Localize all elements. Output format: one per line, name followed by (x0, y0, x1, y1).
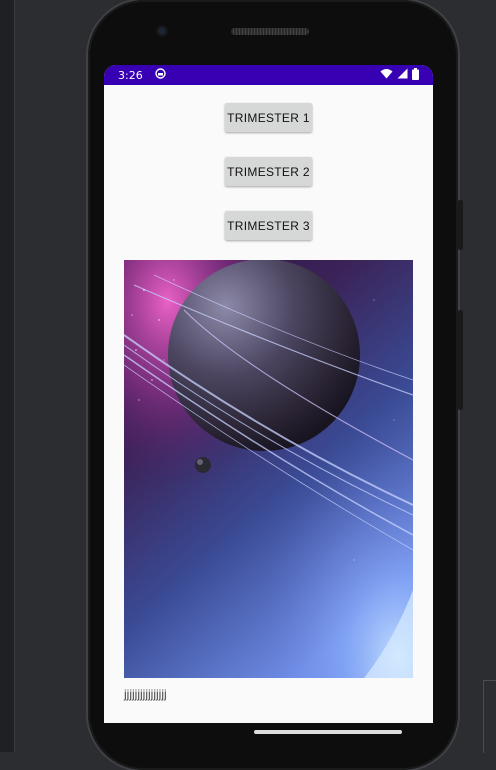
planet-space-image (124, 260, 413, 678)
app-screen: 3:26 TRIMESTER 1 TRIMESTER 2 TRIMESTER 3 (104, 65, 433, 723)
status-bar: 3:26 (104, 65, 433, 85)
trimester-2-button[interactable]: TRIMESTER 2 (225, 157, 312, 186)
caption-text: jjjjjjjjjjjjjjjj (124, 687, 167, 701)
notification-icon (155, 68, 166, 82)
phone-emulator-frame: 3:26 TRIMESTER 1 TRIMESTER 2 TRIMESTER 3 (88, 0, 463, 770)
power-button[interactable] (458, 200, 463, 250)
ide-side-panel[interactable] (483, 680, 496, 753)
volume-button[interactable] (458, 310, 463, 410)
home-gesture-bar[interactable] (254, 730, 402, 734)
status-time: 3:26 (118, 68, 143, 82)
trimester-1-button[interactable]: TRIMESTER 1 (225, 103, 312, 132)
trimester-3-button[interactable]: TRIMESTER 3 (225, 211, 312, 240)
earpiece-speaker (231, 28, 309, 35)
ide-divider (14, 0, 15, 752)
ide-left-gutter (0, 0, 14, 752)
front-camera-icon (156, 25, 168, 37)
signal-icon (397, 68, 408, 82)
wifi-icon (380, 68, 393, 82)
battery-icon (412, 67, 419, 83)
